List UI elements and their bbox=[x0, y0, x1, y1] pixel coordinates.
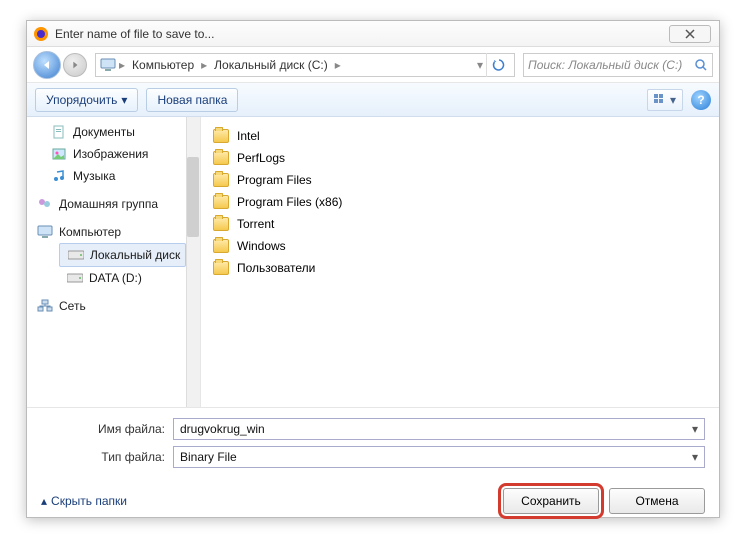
breadcrumb-item[interactable]: Компьютер bbox=[128, 58, 198, 72]
tree-scrollbar[interactable] bbox=[186, 117, 200, 407]
folder-icon bbox=[213, 217, 229, 231]
close-button[interactable] bbox=[669, 25, 711, 43]
back-button[interactable] bbox=[33, 51, 61, 79]
filetype-select[interactable]: Binary File ▾ bbox=[173, 446, 705, 468]
folder-icon bbox=[213, 195, 229, 209]
search-placeholder: Поиск: Локальный диск (С:) bbox=[528, 58, 694, 72]
new-folder-button[interactable]: Новая папка bbox=[146, 88, 238, 112]
tree-item-music[interactable]: Музыка bbox=[27, 165, 200, 187]
chevron-down-icon[interactable]: ▾ bbox=[692, 450, 698, 464]
close-icon bbox=[685, 29, 695, 39]
forward-button[interactable] bbox=[63, 53, 87, 77]
list-item[interactable]: Program Files bbox=[213, 169, 707, 191]
list-item[interactable]: Intel bbox=[213, 125, 707, 147]
search-icon bbox=[694, 58, 708, 72]
computer-icon bbox=[37, 224, 53, 240]
save-dialog: Enter name of file to save to... ▸ Компь… bbox=[26, 20, 720, 518]
tree-item-computer[interactable]: Компьютер bbox=[27, 221, 200, 243]
help-button[interactable]: ? bbox=[691, 90, 711, 110]
drive-icon bbox=[67, 270, 83, 286]
cancel-button[interactable]: Отмена bbox=[609, 488, 705, 514]
toolbar: Упорядочить ▾ Новая папка ▾ ? bbox=[27, 83, 719, 117]
chevron-down-icon: ▾ bbox=[670, 93, 676, 107]
dialog-body: Документы Изображения Музыка Домашняя гр… bbox=[27, 117, 719, 407]
titlebar: Enter name of file to save to... bbox=[27, 21, 719, 47]
network-icon bbox=[37, 298, 53, 314]
window-title: Enter name of file to save to... bbox=[55, 27, 669, 41]
arrow-right-icon bbox=[70, 60, 80, 70]
document-icon bbox=[51, 124, 67, 140]
chevron-down-icon[interactable]: ▾ bbox=[477, 58, 483, 72]
list-item[interactable]: Program Files (x86) bbox=[213, 191, 707, 213]
chevron-up-icon: ▴ bbox=[41, 494, 47, 508]
arrow-left-icon bbox=[41, 59, 53, 71]
tree-item-drive-c[interactable]: Локальный диск bbox=[59, 243, 186, 267]
tree-item-drive-d[interactable]: DATA (D:) bbox=[27, 267, 200, 289]
footer: ▴ Скрыть папки Сохранить Отмена bbox=[27, 480, 719, 524]
chevron-right-icon: ▸ bbox=[335, 58, 341, 72]
file-list[interactable]: Intel PerfLogs Program Files Program Fil… bbox=[201, 117, 719, 407]
help-icon: ? bbox=[697, 93, 704, 107]
tree-item-network[interactable]: Сеть bbox=[27, 295, 200, 317]
view-icon bbox=[654, 94, 668, 106]
drive-icon bbox=[68, 247, 84, 263]
tree-item-documents[interactable]: Документы bbox=[27, 121, 200, 143]
image-icon bbox=[51, 146, 67, 162]
folder-icon bbox=[213, 129, 229, 143]
refresh-button[interactable] bbox=[486, 53, 510, 77]
search-input[interactable]: Поиск: Локальный диск (С:) bbox=[523, 53, 713, 77]
hide-folders-button[interactable]: ▴ Скрыть папки bbox=[41, 494, 127, 508]
chevron-down-icon[interactable]: ▾ bbox=[692, 422, 698, 436]
tree-item-homegroup[interactable]: Домашняя группа bbox=[27, 193, 200, 215]
list-item[interactable]: Torrent bbox=[213, 213, 707, 235]
folder-icon bbox=[213, 261, 229, 275]
music-icon bbox=[51, 168, 67, 184]
list-item[interactable]: Windows bbox=[213, 235, 707, 257]
form-area: Имя файла: drugvokrug_win ▾ Тип файла: B… bbox=[27, 407, 719, 480]
refresh-icon bbox=[492, 58, 506, 72]
list-item[interactable]: Пользователи bbox=[213, 257, 707, 279]
chevron-right-icon: ▸ bbox=[119, 58, 125, 72]
filename-input[interactable]: drugvokrug_win ▾ bbox=[173, 418, 705, 440]
homegroup-icon bbox=[37, 196, 53, 212]
folder-icon bbox=[213, 239, 229, 253]
organize-button[interactable]: Упорядочить ▾ bbox=[35, 88, 138, 112]
list-item[interactable]: PerfLogs bbox=[213, 147, 707, 169]
chevron-right-icon: ▸ bbox=[201, 58, 207, 72]
nav-row: ▸ Компьютер ▸ Локальный диск (C:) ▸ ▾ По… bbox=[27, 47, 719, 83]
nav-tree: Документы Изображения Музыка Домашняя гр… bbox=[27, 117, 201, 407]
save-button[interactable]: Сохранить bbox=[503, 488, 599, 514]
chevron-down-icon: ▾ bbox=[121, 93, 127, 107]
breadcrumb-item[interactable]: Локальный диск (C:) bbox=[210, 58, 332, 72]
folder-icon bbox=[213, 151, 229, 165]
filename-label: Имя файла: bbox=[41, 422, 165, 436]
computer-icon bbox=[100, 57, 116, 73]
view-options-button[interactable]: ▾ bbox=[647, 89, 683, 111]
firefox-icon bbox=[33, 26, 49, 42]
breadcrumb[interactable]: ▸ Компьютер ▸ Локальный диск (C:) ▸ ▾ bbox=[95, 53, 515, 77]
folder-icon bbox=[213, 173, 229, 187]
filetype-label: Тип файла: bbox=[41, 450, 165, 464]
tree-item-images[interactable]: Изображения bbox=[27, 143, 200, 165]
